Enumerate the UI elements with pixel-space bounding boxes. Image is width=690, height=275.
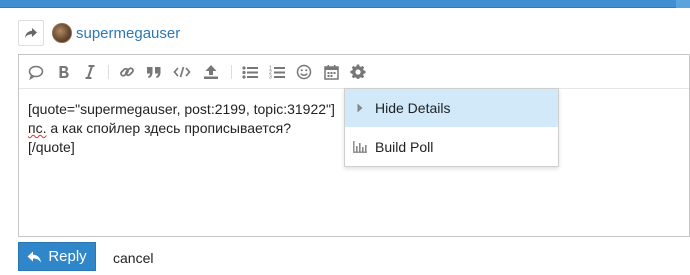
cancel-link[interactable]: cancel	[113, 250, 153, 266]
bullet-list-icon[interactable]	[241, 63, 259, 81]
upload-icon[interactable]	[202, 63, 220, 81]
blockquote-icon[interactable]	[145, 63, 163, 81]
avatar[interactable]	[52, 23, 72, 43]
menu-item-build-poll[interactable]: Build Poll	[345, 128, 558, 166]
gear-icon[interactable]	[349, 63, 367, 81]
reply-arrow-icon	[27, 251, 42, 262]
calendar-icon[interactable]	[322, 63, 340, 81]
caret-right-icon	[345, 103, 375, 113]
menu-item-hide-details[interactable]: Hide Details	[345, 89, 558, 127]
misspelled-word: пс.	[28, 120, 47, 136]
emoji-icon[interactable]	[295, 63, 313, 81]
bold-icon[interactable]	[55, 63, 73, 81]
username-link[interactable]: supermegauser	[76, 25, 180, 42]
menu-item-label: Build Poll	[375, 139, 434, 155]
svg-text:3: 3	[269, 75, 272, 80]
bar-chart-icon	[345, 141, 375, 153]
code-icon[interactable]	[173, 63, 191, 81]
header-bar-edge	[676, 0, 690, 8]
italic-icon[interactable]	[81, 63, 99, 81]
reply-button-label: Reply	[48, 248, 87, 265]
quote-icon[interactable]	[27, 63, 45, 81]
menu-item-label: Hide Details	[375, 100, 451, 116]
reply-context: supermegauser	[18, 20, 180, 46]
header-bar	[0, 0, 690, 8]
share-arrow-icon	[25, 28, 37, 38]
numbered-list-icon[interactable]: 123	[268, 63, 286, 81]
link-icon[interactable]	[118, 63, 136, 81]
editor-toolbar: 123	[19, 55, 689, 89]
toolbar-separator	[231, 65, 232, 79]
options-menu: Hide Details Build Poll	[344, 88, 559, 167]
reply-button[interactable]: Reply	[18, 242, 96, 271]
toolbar-separator	[108, 65, 109, 79]
text-line-2-rest: а как спойлер здесь прописывается?	[46, 120, 291, 136]
reply-share-button[interactable]	[18, 20, 44, 46]
